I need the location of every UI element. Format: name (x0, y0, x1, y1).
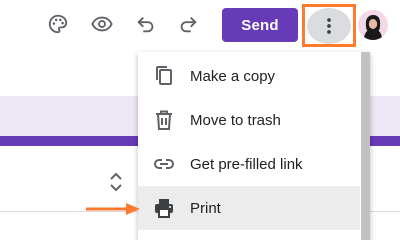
pointer-arrow-icon (86, 202, 142, 216)
menu-item-label: Print (190, 200, 221, 217)
menu-item-get-prefilled-link[interactable]: Get pre-filled link (138, 142, 360, 186)
palette-icon[interactable] (44, 10, 72, 38)
avatar[interactable] (358, 10, 388, 40)
menu-scrollbar-thumb[interactable] (361, 52, 370, 240)
more-vert-icon[interactable] (307, 8, 351, 44)
undo-icon[interactable] (132, 10, 160, 38)
print-icon (152, 196, 176, 220)
menu-item-label: Move to trash (190, 112, 281, 129)
menu-item-print[interactable]: Print (138, 186, 360, 230)
top-toolbar: Send (0, 0, 400, 50)
menu-item-label: Get pre-filled link (190, 156, 303, 173)
more-options-menu: Make a copy Move to trash Get pre-filled… (138, 52, 370, 240)
redo-icon[interactable] (174, 10, 202, 38)
send-button[interactable]: Send (222, 8, 298, 42)
menu-item-make-copy[interactable]: Make a copy (138, 54, 360, 98)
link-icon (152, 152, 176, 176)
eye-icon[interactable] (88, 10, 116, 38)
menu-scrollbar[interactable] (361, 52, 370, 240)
copy-icon (152, 64, 176, 88)
collapse-chevrons-icon[interactable] (108, 170, 124, 194)
menu-item-label: Make a copy (190, 68, 276, 85)
trash-icon (152, 108, 176, 132)
menu-item-move-to-trash[interactable]: Move to trash (138, 98, 360, 142)
